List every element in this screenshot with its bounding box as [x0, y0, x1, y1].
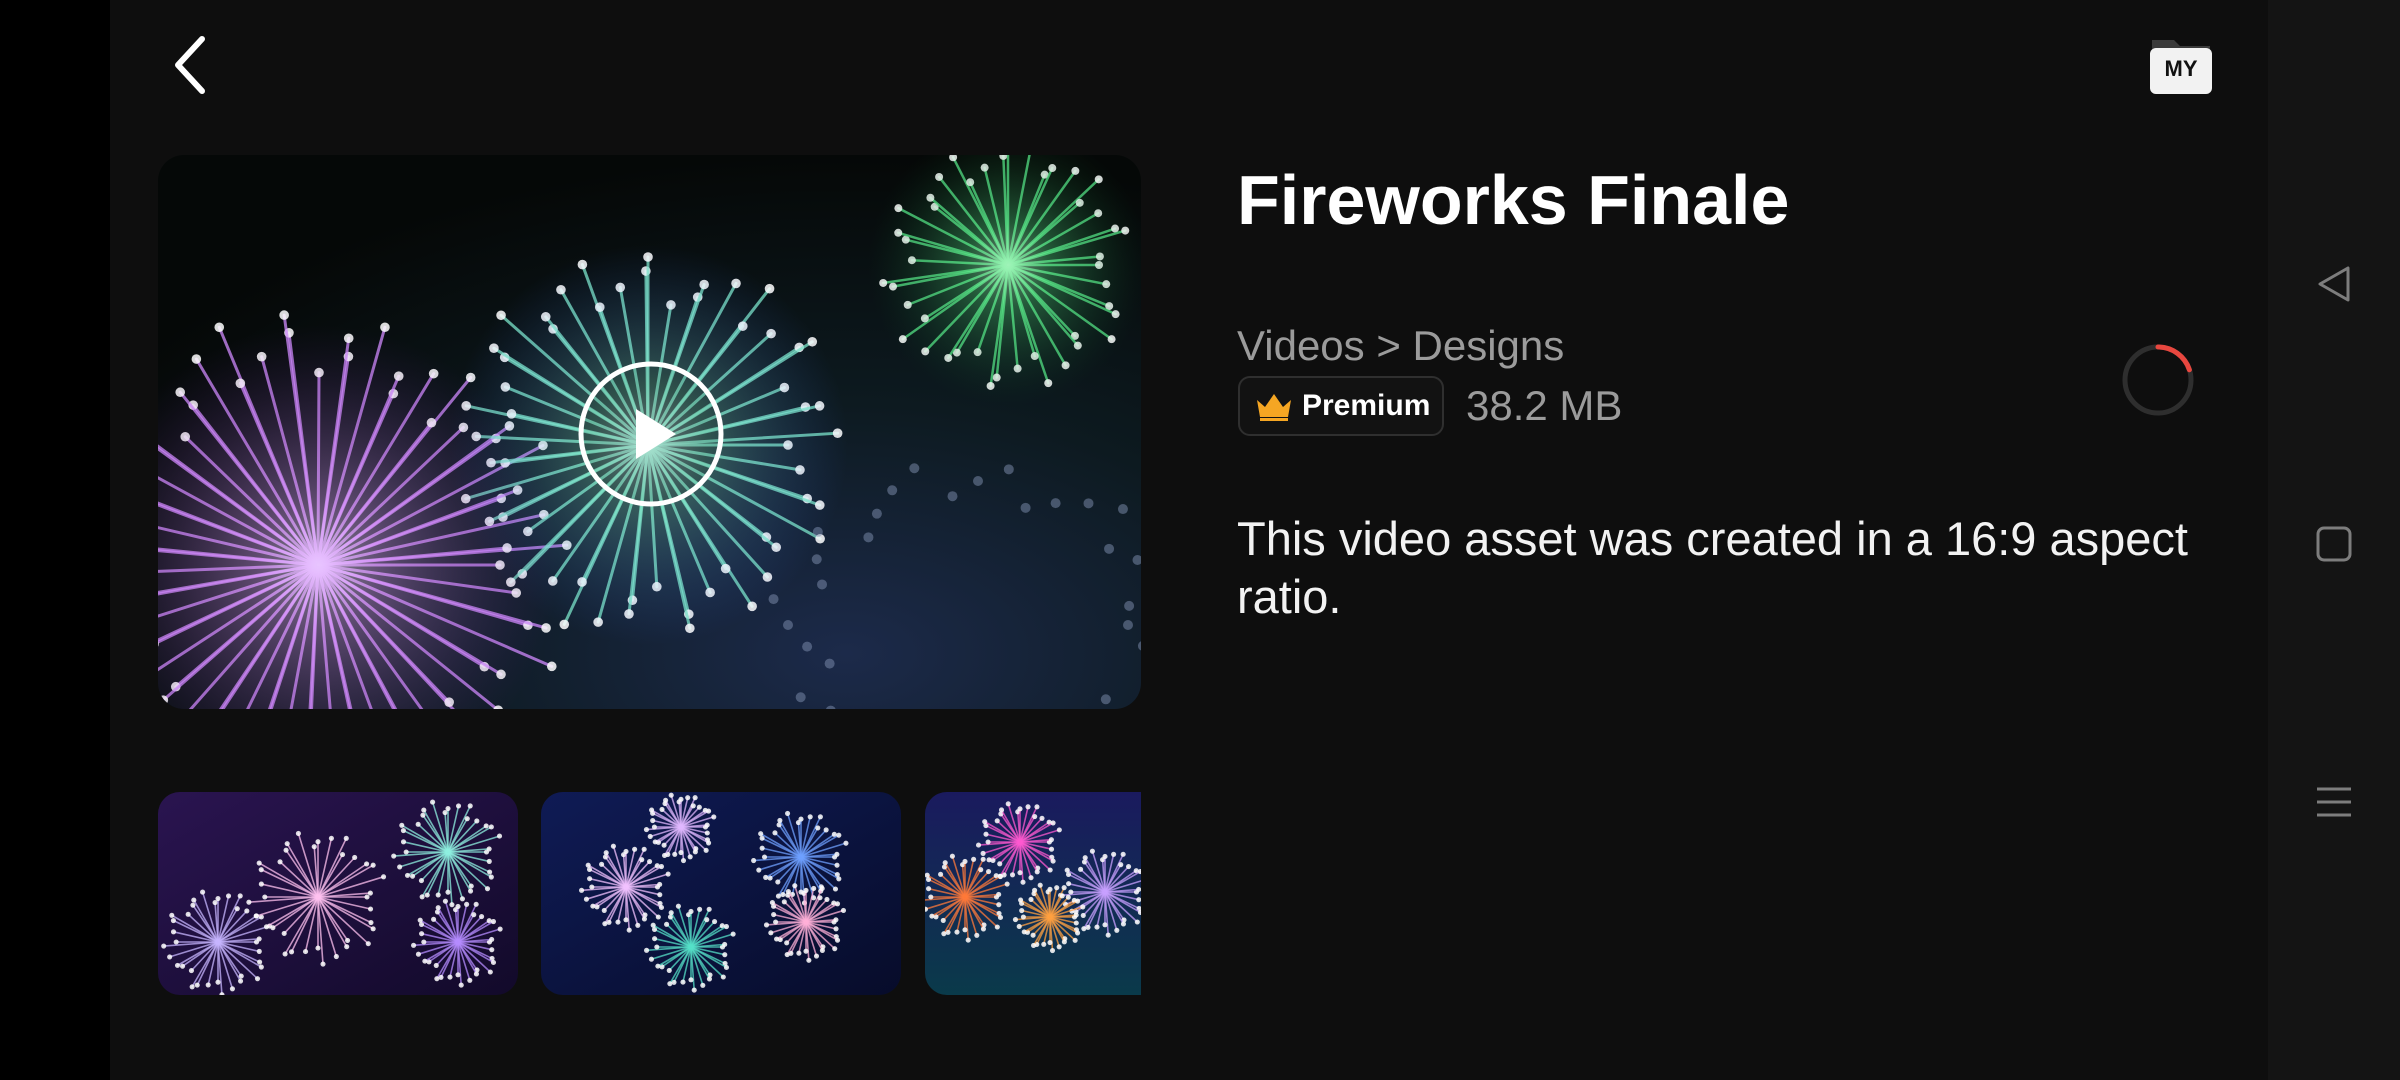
crown-icon: [1257, 394, 1291, 421]
back-triangle-icon: [2318, 266, 2350, 302]
my-folder-button[interactable]: MY: [2148, 36, 2214, 98]
system-back-button[interactable]: [2300, 250, 2368, 318]
thumbnail-2[interactable]: [541, 792, 901, 995]
asset-title: Fireworks Finale: [1237, 161, 1790, 239]
my-folder-label: MY: [2164, 56, 2198, 81]
premium-badge: Premium: [1238, 376, 1444, 436]
main-video-preview[interactable]: [158, 155, 1141, 709]
premium-label: Premium: [1302, 389, 1431, 422]
thumbnail-1[interactable]: [158, 792, 518, 995]
back-button[interactable]: [160, 30, 220, 100]
thumbnail-3[interactable]: [925, 792, 1141, 995]
thumbnail-2-image: [541, 792, 901, 995]
thumbnail-1-image: [158, 792, 518, 995]
system-home-button[interactable]: [2300, 510, 2368, 578]
recents-menu-icon: [2317, 787, 2351, 817]
breadcrumb[interactable]: Videos > Designs: [1237, 322, 1564, 370]
asset-description: This video asset was created in a 16:9 a…: [1237, 512, 2188, 623]
file-size: 38.2 MB: [1466, 382, 1623, 429]
chevron-left-icon: [175, 36, 205, 94]
system-recents-button[interactable]: [2300, 768, 2368, 836]
loading-spinner: [2122, 344, 2194, 416]
left-black-strip: [0, 0, 110, 1080]
play-icon[interactable]: [576, 359, 726, 509]
home-square-icon: [2316, 526, 2352, 562]
thumbnail-3-image: [925, 792, 1141, 995]
